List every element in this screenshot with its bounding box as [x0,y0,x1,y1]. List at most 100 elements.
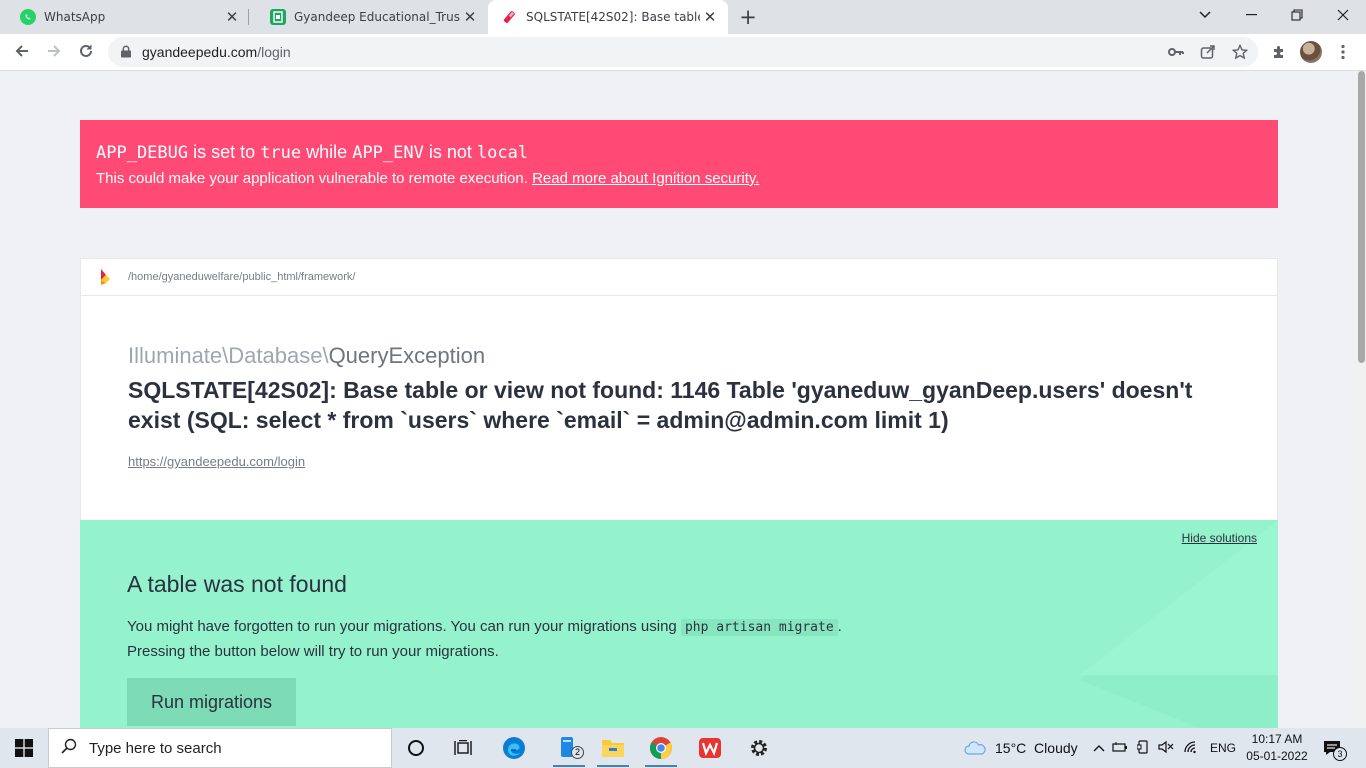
tab-whatsapp[interactable]: WhatsApp ✕ [0,0,250,34]
migrate-command: php artisan migrate [680,619,838,636]
warning-code: true [260,143,302,163]
solution-text: You might have forgotten to run your mig… [127,618,677,635]
warning-description-text: This could make your application vulnera… [96,170,528,187]
minimize-button[interactable] [1228,0,1274,30]
folder-icon [602,740,624,757]
weather-text: 15°C Cloudy [995,740,1078,756]
cortana-button[interactable] [392,728,440,768]
back-button[interactable] [8,37,36,65]
chrome-menu-button[interactable] [1330,39,1356,65]
tab-search-button[interactable] [1182,0,1228,30]
restore-button[interactable] [1274,0,1320,30]
taskbar-settings[interactable] [735,728,783,768]
task-view-button[interactable] [440,728,488,768]
weather-widget[interactable]: 15°C Cloudy [964,728,1078,768]
close-tab-icon[interactable]: ✕ [460,7,480,27]
notification-center-button[interactable]: 3 [1322,728,1347,768]
tab-separator [248,9,249,25]
taskbar-file-explorer[interactable] [589,728,637,768]
app-count-badge: 2 [571,746,584,759]
warning-headline: APP_DEBUG is set to true while APP_ENV i… [96,140,1262,165]
start-button[interactable] [0,728,48,768]
page-scrollbar[interactable] [1356,71,1366,728]
chrome-icon [650,737,672,759]
bookmark-star-icon[interactable] [1231,43,1249,61]
tab-title: SQLSTATE[42S02]: Base table [526,10,700,24]
browser-tab-strip: WhatsApp ✕ Gyandeep Educational_Trust ✕ … [0,0,1366,34]
wps-office-icon [699,738,721,758]
forward-button[interactable] [40,37,68,65]
warning-code: local [476,143,529,163]
warning-text: is set to [193,142,256,162]
taskbar-search-box[interactable]: Type here to search [48,728,392,768]
system-tray: ENG [1090,728,1236,768]
reload-button[interactable] [72,37,100,65]
language-indicator[interactable]: ENG [1210,741,1236,755]
chevron-down-icon [1199,11,1211,19]
close-icon [1337,9,1349,21]
more-vertical-icon [1341,44,1345,60]
lock-icon[interactable] [120,45,132,58]
scrollbar-thumb[interactable] [1358,71,1365,363]
warning-code: APP_ENV [352,143,424,163]
exception-class: Illuminate\Database\QueryException [128,343,485,369]
close-window-button[interactable] [1320,0,1366,30]
warning-text: is not [428,142,472,162]
extensions-icon[interactable] [1266,39,1292,65]
solution-text: . [837,618,842,635]
cortana-circle-icon [408,740,424,756]
close-tab-icon[interactable]: ✕ [222,7,242,27]
ignition-icon [502,9,518,25]
taskbar-edge[interactable] [490,728,538,768]
battery-icon[interactable] [1108,741,1132,756]
exception-card-header: /home/gyaneduwelfare/public_html/framewo… [81,259,1277,296]
ignition-security-link[interactable]: Read more about Ignition security. [532,170,759,187]
tab-title: Gyandeep Educational_Trust [294,10,460,24]
system-clock[interactable]: 10:17 AM 05-01-2022 [1244,731,1310,765]
arrow-right-icon [48,45,61,57]
taskbar-chrome[interactable] [637,728,685,768]
profile-avatar[interactable] [1298,39,1324,65]
url-path: /login [257,44,291,60]
clock-date: 05-01-2022 [1246,749,1308,763]
wifi-icon[interactable] [1178,740,1204,757]
device-icon[interactable] [1132,739,1154,757]
search-placeholder: Type here to search [89,739,222,757]
exception-class-name: QueryException [328,343,486,368]
minimize-icon [1245,14,1257,16]
run-migrations-button[interactable]: Run migrations [127,678,296,726]
exception-namespace: Illuminate\Database\ [128,343,329,368]
search-icon [49,738,89,758]
tab-sqlstate-error[interactable]: SQLSTATE[42S02]: Base table ✕ [488,0,728,34]
new-tab-button[interactable]: + [734,4,762,30]
share-icon[interactable] [1199,43,1217,61]
key-icon[interactable] [1167,43,1185,61]
warning-text: while [306,142,348,162]
request-url-link[interactable]: https://gyandeepedu.com/login [128,454,305,469]
volume-muted-icon[interactable] [1154,740,1178,757]
page-viewport: APP_DEBUG is set to true while APP_ENV i… [0,71,1356,728]
edge-icon [503,737,525,759]
solution-panel: Hide solutions A table was not found You… [80,520,1278,728]
warning-description: This could make your application vulnera… [96,169,1262,189]
warning-code: APP_DEBUG [96,143,189,163]
gear-icon [751,740,767,756]
solution-text-line2: Pressing the button below will try to ru… [127,643,499,660]
ignition-logo-icon [101,269,110,285]
taskbar-wps-office[interactable] [686,728,734,768]
url-domain: gyandeepedu.com [142,44,258,60]
taskbar-file-app[interactable]: 2 [545,728,593,768]
tab-gyandeep[interactable]: Gyandeep Educational_Trust ✕ [250,0,488,34]
solution-decoration [1080,520,1278,728]
hide-solutions-link[interactable]: Hide solutions [1182,531,1257,545]
windows-taskbar: Type here to search 2 15°C Cloudy ENG 10… [0,728,1366,768]
restore-icon [1291,9,1303,21]
address-bar[interactable]: gyandeepedu.com/login [108,37,1258,67]
solution-description: You might have forgotten to run your mig… [127,615,1027,664]
browser-toolbar: gyandeepedu.com/login [0,34,1366,71]
chevron-up-icon[interactable] [1090,741,1108,755]
clock-time: 10:17 AM [1251,732,1303,746]
notification-badge: 3 [1333,747,1347,761]
close-tab-icon[interactable]: ✕ [700,7,720,27]
url-text: gyandeepedu.com/login [142,44,291,60]
